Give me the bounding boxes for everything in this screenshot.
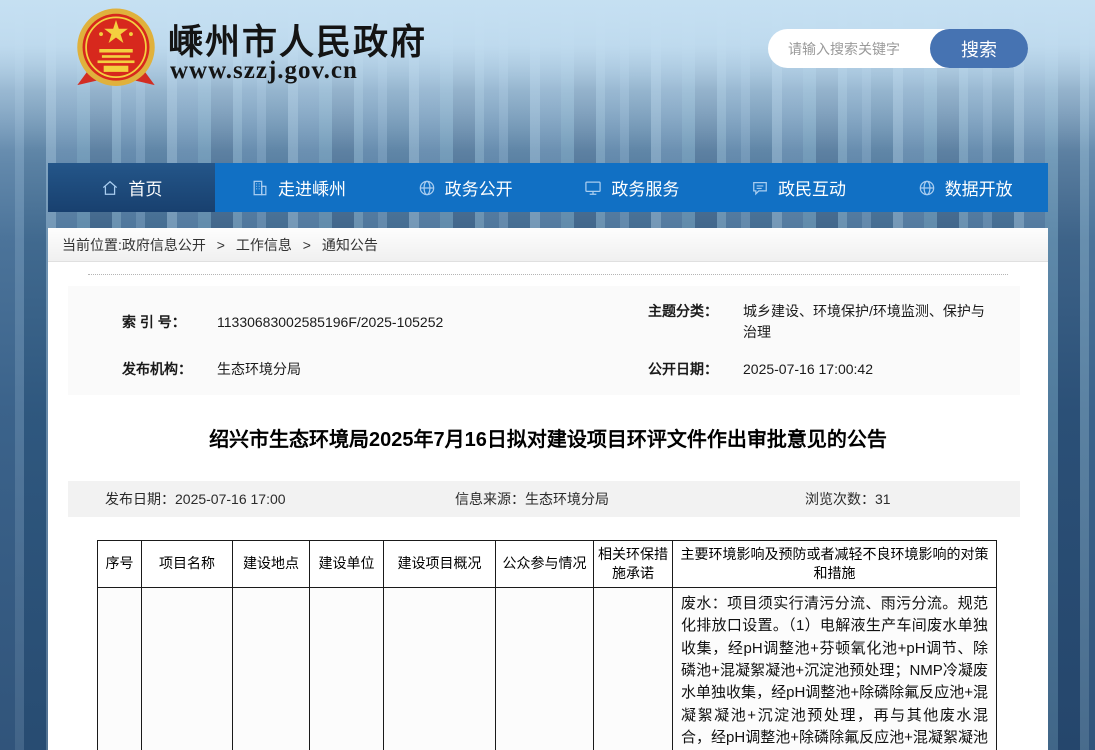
field-publish-date: 公开日期： 2025-07-16 17:00:42 (648, 359, 996, 380)
field-issuing-agency: 发布机构： 生态环境分局 (122, 359, 648, 380)
cell-constructor (310, 587, 384, 750)
field-label: 公开日期： (648, 359, 743, 380)
monitor-icon (583, 178, 603, 198)
col-header-index: 序号 (98, 541, 142, 588)
col-header-env-commitment: 相关环保措施承诺 (594, 541, 673, 588)
breadcrumb-link-work-info[interactable]: 工作信息 (236, 237, 292, 253)
meta-label: 信息来源： (455, 491, 525, 507)
nav-item-about-shengzhou[interactable]: 走进嵊州 (215, 163, 382, 212)
table-row: 废水：项目须实行清污分流、雨污分流。规范化排放口设置。（1）电解液生产车间废水单… (98, 587, 997, 750)
field-label: 发布机构： (122, 359, 217, 380)
page-title: 绍兴市生态环境局2025年7月16日拟对建设项目环评文件作出审批意见的公告 (78, 426, 1018, 454)
meta-publish-date: 发布日期：2025-07-16 17:00 (105, 481, 286, 517)
breadcrumb-separator: > (303, 237, 311, 253)
cell-env-commitment (594, 587, 673, 750)
meta-view-count: 浏览次数：31 (805, 481, 891, 517)
main-nav: 首页 走进嵊州 政务公开 政务服务 政民互动 (48, 163, 1048, 212)
meta-value: 生态环境分局 (525, 491, 609, 507)
nav-item-home[interactable]: 首页 (48, 163, 215, 212)
nav-item-label: 数据开放 (945, 175, 1013, 200)
breadcrumb-prefix: 当前位置: (62, 237, 122, 253)
building-icon (250, 178, 270, 198)
col-header-location: 建设地点 (233, 541, 310, 588)
field-value: 城乡建设、环境保护/环境监测、保护与治理 (743, 301, 996, 343)
meta-label: 发布日期： (105, 491, 175, 507)
nav-item-open-data[interactable]: 数据开放 (881, 163, 1048, 212)
cell-env-impact-measures: 废水：项目须实行清污分流、雨污分流。规范化排放口设置。（1）电解液生产车间废水单… (673, 587, 997, 750)
breadcrumb: 当前位置:政府信息公开 > 工作信息 > 通知公告 (48, 228, 1048, 262)
field-topic-category: 主题分类： 城乡建设、环境保护/环境监测、保护与治理 (648, 301, 996, 343)
field-value: 生态环境分局 (217, 359, 648, 380)
meta-value: 31 (875, 491, 891, 507)
meta-source: 信息来源：生态环境分局 (455, 481, 609, 517)
nav-item-label: 政民互动 (778, 175, 846, 200)
col-header-project-name: 项目名称 (142, 541, 233, 588)
breadcrumb-link-notices[interactable]: 通知公告 (322, 237, 378, 253)
meta-value: 2025-07-16 17:00 (175, 491, 286, 507)
doc-info-panel: 索 引 号： 11330683002585196F/2025-105252 主题… (68, 286, 1020, 395)
article-meta-bar: 发布日期：2025-07-16 17:00 信息来源：生态环境分局 浏览次数：3… (68, 481, 1020, 517)
breadcrumb-separator: > (217, 237, 225, 253)
nav-item-label: 走进嵊州 (278, 175, 346, 200)
col-header-overview: 建设项目概况 (384, 541, 496, 588)
nav-item-label: 政务服务 (611, 175, 679, 200)
projects-table: 序号 项目名称 建设地点 建设单位 建设项目概况 公众参与情况 相关环保措施承诺… (97, 540, 997, 750)
breadcrumb-link-gov-info[interactable]: 政府信息公开 (122, 237, 206, 253)
field-value: 2025-07-16 17:00:42 (743, 359, 996, 380)
field-label: 索 引 号： (122, 312, 217, 333)
globe-icon (417, 178, 437, 198)
cell-overview (384, 587, 496, 750)
field-index-number: 索 引 号： 11330683002585196F/2025-105252 (122, 312, 648, 333)
chat-icon (750, 178, 770, 198)
meta-label: 浏览次数： (805, 491, 875, 507)
col-header-constructor: 建设单位 (310, 541, 384, 588)
table-header-row: 序号 项目名称 建设地点 建设单位 建设项目概况 公众参与情况 相关环保措施承诺… (98, 541, 997, 588)
col-header-env-impact-measures: 主要环境影响及预防或者减轻不良环境影响的对策和措施 (673, 541, 997, 588)
nav-item-gov-services[interactable]: 政务服务 (548, 163, 715, 212)
search-button[interactable]: 搜索 (930, 29, 1028, 68)
nav-item-label: 政务公开 (445, 175, 513, 200)
national-emblem-logo[interactable] (72, 5, 160, 93)
cell-index (98, 587, 142, 750)
home-icon (100, 178, 120, 198)
national-emblem-icon (72, 5, 160, 93)
cell-project-name (142, 587, 233, 750)
nav-item-label: 首页 (128, 175, 162, 200)
site-header: 嵊州市人民政府 www.szzj.gov.cn 搜索 (0, 0, 1095, 163)
cell-location (233, 587, 310, 750)
nav-item-public-interaction[interactable]: 政民互动 (715, 163, 882, 212)
cell-public-participation (496, 587, 594, 750)
nav-item-gov-disclosure[interactable]: 政务公开 (381, 163, 548, 212)
site-search: 搜索 (768, 29, 1028, 68)
field-value: 11330683002585196F/2025-105252 (217, 312, 648, 333)
col-header-public-participation: 公众参与情况 (496, 541, 594, 588)
content-panel: 索 引 号： 11330683002585196F/2025-105252 主题… (48, 262, 1048, 750)
field-label: 主题分类： (648, 301, 743, 322)
dotted-divider (88, 274, 1008, 275)
site-url: www.szzj.gov.cn (170, 57, 358, 85)
globe-icon (917, 178, 937, 198)
government-portal-page: 嵊州市人民政府 www.szzj.gov.cn 搜索 首页 走进嵊州 政务公开 (0, 0, 1095, 750)
